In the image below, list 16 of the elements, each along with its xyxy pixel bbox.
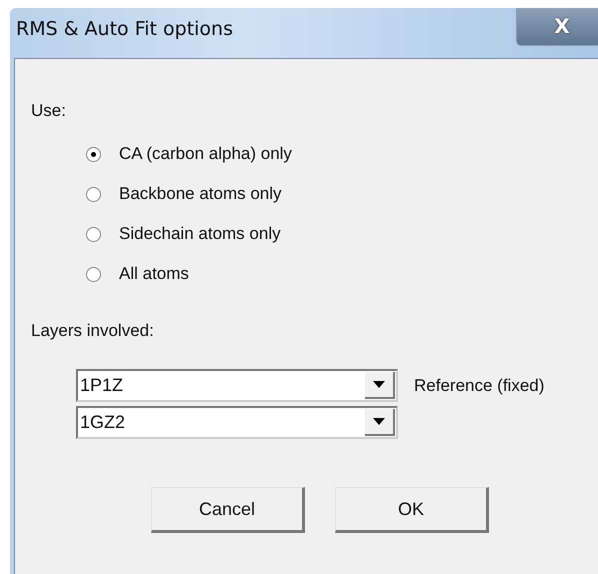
radio-option[interactable]: CA (carbon alpha) only	[86, 141, 598, 167]
use-label: Use:	[31, 101, 66, 121]
radio-icon[interactable]	[86, 226, 101, 242]
radio-option[interactable]: Backbone atoms only	[86, 181, 598, 207]
radio-icon[interactable]	[86, 146, 101, 162]
dialog-button[interactable]: OK	[335, 487, 489, 533]
radio-icon[interactable]	[86, 266, 101, 282]
window-title: RMS & Auto Fit options	[16, 18, 233, 40]
dialog-button[interactable]: Cancel	[151, 487, 305, 533]
reference-label: Reference (fixed)	[414, 376, 544, 396]
radio-option[interactable]: Sidechain atoms only	[86, 221, 598, 247]
radio-icon[interactable]	[86, 186, 101, 202]
layers-label: Layers involved:	[31, 321, 154, 341]
layer-dropdown[interactable]: 1P1Z	[76, 369, 398, 402]
layer-dropdown[interactable]: 1GZ2	[76, 406, 398, 439]
radio-option[interactable]: All atoms	[86, 261, 598, 287]
